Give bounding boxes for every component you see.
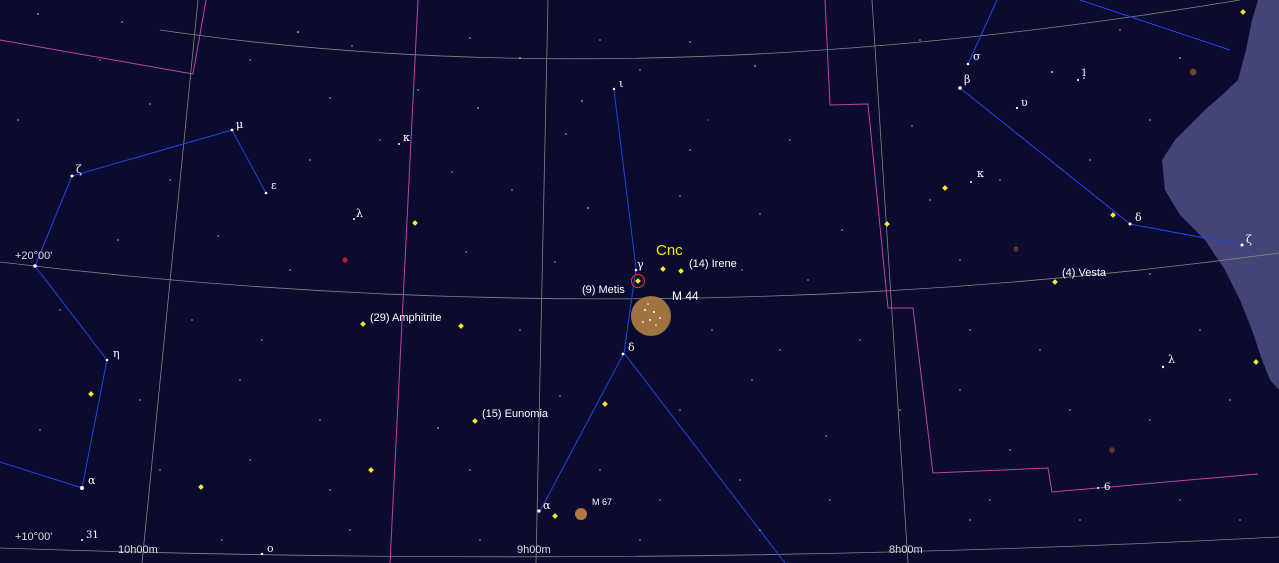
ra-label-10h: 10h00m — [118, 544, 158, 556]
m67-cluster[interactable] — [575, 508, 587, 520]
star-label-leo-omicron: ο — [267, 542, 274, 555]
m44-label[interactable]: M 44 — [672, 289, 699, 303]
ra-label-8h: 8h00m — [889, 544, 923, 556]
star-label-gem-sigma: σ — [973, 50, 981, 63]
star-chart[interactable]: Cnc +20°00' +10°00' 10h00m 9h00m 8h00m (… — [0, 0, 1279, 563]
sky-map[interactable]: Cnc +20°00' +10°00' 10h00m 9h00m 8h00m (… — [0, 0, 1279, 563]
star-label-cnc-gamma: γ — [637, 258, 644, 271]
asteroid-label-amphitrite[interactable]: (29) Amphitrite — [370, 312, 442, 324]
star-label-cmi-6: 6 — [1104, 482, 1110, 493]
star-label-gem-delta: δ — [1135, 211, 1142, 224]
star-label-leo-mu: μ — [236, 118, 243, 131]
asteroid-label-irene[interactable]: (14) Irene — [689, 258, 737, 270]
m67-label[interactable]: M 67 — [592, 497, 612, 507]
star-label-leo-eta: η — [113, 347, 120, 360]
star-label-gem-upsilon: υ — [1021, 96, 1028, 109]
asteroid-label-metis[interactable]: (9) Metis — [582, 284, 625, 296]
asteroid-label-eunomia[interactable]: (15) Eunomia — [482, 408, 549, 420]
star-label-leo-epsilon: ε — [271, 179, 277, 192]
star-label-gem-kappa: κ — [977, 167, 984, 180]
m44-cluster[interactable] — [631, 296, 671, 336]
star-label-gem-zeta: ζ — [1246, 233, 1252, 246]
star-label-leo-31: 31 — [86, 530, 99, 541]
star-label-cnc-delta: δ — [628, 341, 635, 354]
star-label-gem-beta: β — [964, 73, 970, 86]
star-label-lmi-kappa: κ — [403, 131, 410, 144]
ra-label-9h: 9h00m — [517, 544, 551, 556]
star-label-cnc-alpha: α — [543, 499, 551, 512]
background-stars — [17, 13, 1241, 541]
star-label-gem-1: 1 — [1081, 68, 1087, 79]
dec-label-20: +20°00' — [15, 250, 52, 262]
star-label-leo-alpha: α — [88, 474, 96, 487]
dec-label-10: +10°00' — [15, 531, 52, 543]
star-label-leo-lambda: λ — [356, 207, 363, 220]
star-label-leo-zeta: ζ — [76, 163, 82, 176]
colored-stars — [342, 68, 1197, 453]
asteroid-markers[interactable] — [88, 9, 1259, 519]
asteroid-label-vesta[interactable]: (4) Vesta — [1062, 267, 1107, 279]
constellation-label-cnc: Cnc — [656, 242, 683, 259]
star-label-gem-lambda: λ — [1168, 353, 1175, 366]
star-label-cnc-iota: ι — [619, 77, 623, 90]
